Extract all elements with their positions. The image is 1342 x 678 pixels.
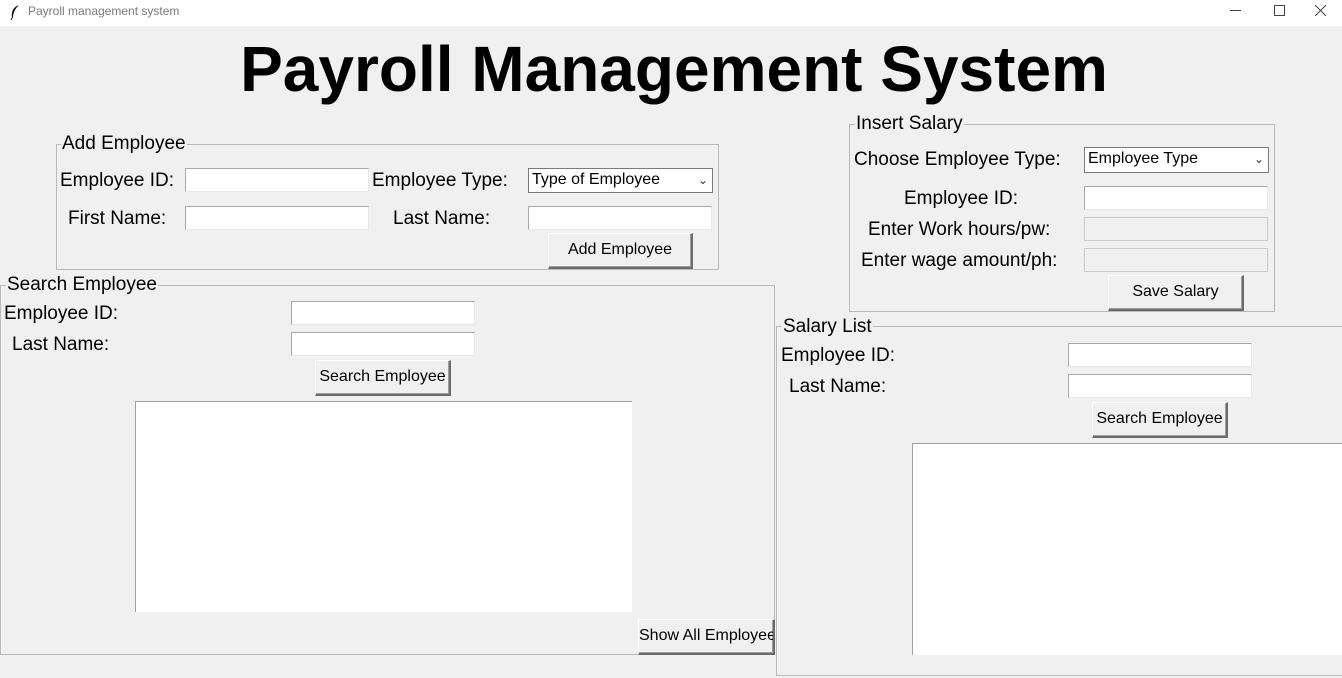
first-name-input[interactable]	[185, 206, 369, 230]
employee-type-select[interactable]: Type of Employee ⌄	[528, 168, 713, 193]
wage-amount-label: Enter wage amount/ph:	[861, 250, 1058, 271]
first-name-label: First Name:	[68, 208, 167, 229]
page-title: Payroll Management System	[240, 33, 1108, 105]
work-hours-input[interactable]	[1084, 217, 1268, 241]
add-employee-id-input[interactable]	[185, 168, 369, 192]
save-salary-button[interactable]: Save Salary	[1108, 275, 1244, 311]
salary-employee-type-value: Employee Type	[1088, 150, 1198, 167]
employee-results-list[interactable]	[135, 401, 632, 612]
search-employee-legend: Search Employee	[6, 274, 158, 296]
show-all-employee-button[interactable]: Show All Employee	[638, 619, 775, 655]
last-name-label: Last Name:	[393, 208, 491, 229]
maximize-button[interactable]	[1257, 0, 1301, 22]
salary-list-last-name-label: Last Name:	[789, 376, 887, 397]
search-employee-id-label: Employee ID:	[4, 303, 119, 324]
close-button[interactable]	[1298, 0, 1342, 22]
salary-employee-id-label: Employee ID:	[904, 188, 1019, 209]
salary-list-employee-id-input[interactable]	[1068, 343, 1252, 367]
employee-type-value: Type of Employee	[532, 171, 661, 188]
search-employee-button[interactable]: Search Employee	[315, 360, 451, 396]
salary-list-employee-id-label: Employee ID:	[781, 345, 896, 366]
search-employee-id-input[interactable]	[291, 301, 475, 325]
choose-employee-type-label: Choose Employee Type:	[854, 149, 1061, 170]
insert-salary-legend: Insert Salary	[855, 113, 964, 135]
salary-list-last-name-input[interactable]	[1068, 374, 1252, 398]
search-last-name-label: Last Name:	[12, 334, 110, 355]
feather-icon	[9, 4, 21, 21]
window-title: Payroll management system	[28, 4, 180, 18]
chevron-down-icon: ⌄	[697, 173, 708, 187]
add-employee-legend: Add Employee	[61, 133, 187, 155]
maximize-icon	[1273, 3, 1285, 19]
salary-list-legend: Salary List	[782, 316, 873, 338]
search-last-name-input[interactable]	[291, 332, 475, 356]
title-bar: Payroll management system	[0, 0, 1342, 26]
last-name-input[interactable]	[528, 206, 712, 230]
employee-type-label: Employee Type:	[372, 170, 508, 191]
work-hours-label: Enter Work hours/pw:	[868, 219, 1051, 240]
salary-employee-id-input[interactable]	[1084, 186, 1268, 210]
minimize-icon	[1229, 3, 1241, 19]
salary-employee-type-select[interactable]: Employee Type ⌄	[1084, 147, 1269, 173]
salary-results-list[interactable]	[912, 443, 1342, 655]
close-icon	[1314, 3, 1326, 19]
minimize-button[interactable]	[1213, 0, 1257, 22]
wage-amount-input[interactable]	[1084, 248, 1268, 272]
salary-search-employee-button[interactable]: Search Employee	[1092, 402, 1228, 438]
add-employee-button[interactable]: Add Employee	[548, 233, 693, 269]
add-employee-id-label: Employee ID:	[60, 170, 175, 191]
chevron-down-icon: ⌄	[1253, 152, 1264, 166]
